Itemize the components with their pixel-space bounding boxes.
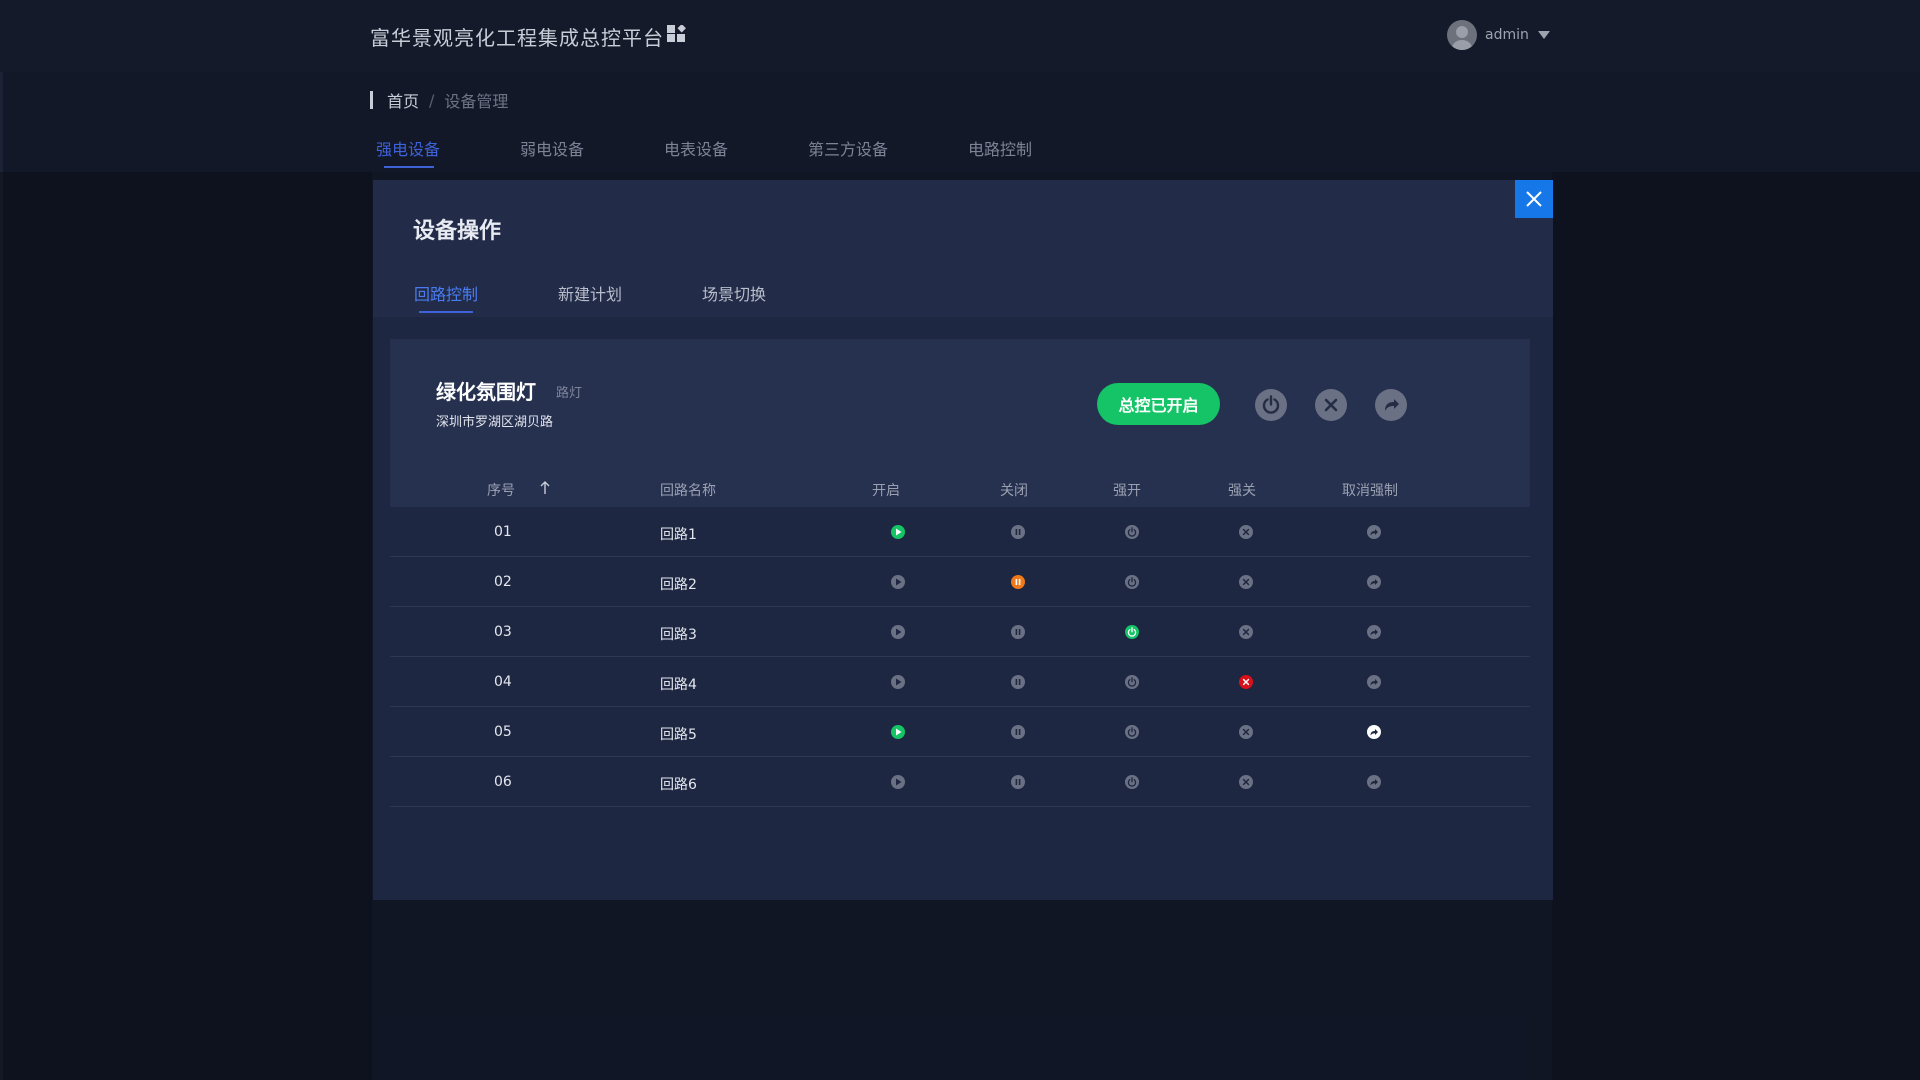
pause-icon[interactable] (1011, 625, 1025, 639)
device-type: 路灯 (556, 386, 583, 401)
loop-name: 回路1 (660, 527, 697, 543)
header-force-close: 强关 (1228, 483, 1256, 499)
close-circle-icon[interactable] (1239, 725, 1253, 739)
loop-name: 回路5 (660, 727, 697, 743)
modal-title: 设备操作 (413, 219, 502, 244)
tab-scene-switch[interactable]: 场景切换 (702, 281, 766, 305)
redo-arrow-icon[interactable] (1367, 775, 1381, 789)
close-circle-icon[interactable] (1239, 675, 1253, 689)
tab-circuit-control[interactable]: 电路控制 (968, 136, 1032, 160)
chevron-down-icon[interactable] (1538, 31, 1550, 39)
breadcrumb-separator: / (429, 90, 435, 110)
pause-icon[interactable] (1011, 675, 1025, 689)
breadcrumb: 首页 / 设备管理 (370, 88, 509, 112)
close-button[interactable] (1515, 180, 1553, 218)
pause-icon[interactable] (1011, 775, 1025, 789)
tab-new-plan[interactable]: 新建计划 (558, 281, 622, 305)
redo-arrow-icon[interactable] (1367, 725, 1381, 739)
table-header: 序号 回路名称 开启 关闭 强开 强关 取消强制 (390, 469, 1530, 507)
breadcrumb-current: 设备管理 (444, 92, 509, 111)
loop-index: 01 (494, 524, 512, 540)
loop-name: 回路4 (660, 677, 697, 693)
power-icon[interactable] (1125, 525, 1139, 539)
active-subtab-indicator (419, 311, 473, 313)
redo-arrow-icon[interactable] (1367, 675, 1381, 689)
loop-index: 02 (494, 574, 512, 590)
table-row: 03 回路3 (390, 607, 1530, 657)
header-close: 关闭 (1000, 483, 1028, 499)
close-circle-icon[interactable] (1239, 625, 1253, 639)
grid-app-icon[interactable] (666, 25, 686, 45)
power-icon[interactable] (1125, 775, 1139, 789)
active-tab-indicator (384, 166, 434, 168)
device-info-header: 绿化氛围灯 路灯 深圳市罗湖区湖贝路 总控已开启 序号 回路名称 开启 关闭 强… (390, 339, 1530, 507)
master-control-button[interactable]: 总控已开启 (1097, 383, 1220, 425)
redo-arrow-icon[interactable] (1367, 575, 1381, 589)
header-open: 开启 (872, 483, 900, 499)
power-icon[interactable] (1125, 625, 1139, 639)
loop-name: 回路3 (660, 627, 697, 643)
device-name: 绿化氛围灯 (436, 380, 536, 404)
loop-index: 05 (494, 724, 512, 740)
tab-third-party[interactable]: 第三方设备 (808, 136, 888, 160)
device-operation-modal: 设备操作 回路控制 新建计划 场景切换 绿化氛围灯 路灯 深圳市罗湖区湖贝路 总… (373, 180, 1553, 900)
modal-header: 设备操作 回路控制 新建计划 场景切换 (373, 180, 1553, 317)
power-icon[interactable] (1125, 675, 1139, 689)
redo-arrow-icon[interactable] (1367, 525, 1381, 539)
cancel-force-all-button[interactable] (1375, 389, 1407, 421)
top-bar: 富华景观亮化工程集成总控平台 admin (0, 0, 1920, 72)
loop-index: 03 (494, 624, 512, 640)
close-icon (1324, 398, 1338, 412)
play-icon[interactable] (891, 725, 905, 739)
tab-meter[interactable]: 电表设备 (664, 136, 728, 160)
table-row: 06 回路6 (390, 757, 1530, 807)
close-circle-icon[interactable] (1239, 775, 1253, 789)
app-title: 富华景观亮化工程集成总控平台 (370, 26, 664, 50)
close-all-button[interactable] (1315, 389, 1347, 421)
power-icon[interactable] (1125, 725, 1139, 739)
play-icon[interactable] (891, 775, 905, 789)
pause-icon[interactable] (1011, 525, 1025, 539)
username[interactable]: admin (1485, 27, 1529, 43)
tab-strong-current[interactable]: 强电设备 (376, 136, 440, 160)
header-index[interactable]: 序号 (487, 480, 515, 500)
header-loop-name: 回路名称 (660, 483, 716, 499)
tab-weak-current[interactable]: 弱电设备 (520, 136, 584, 160)
breadcrumb-home[interactable]: 首页 (387, 88, 419, 112)
power-icon (1262, 395, 1280, 414)
device-address: 深圳市罗湖区湖贝路 (436, 415, 554, 430)
pause-icon[interactable] (1011, 725, 1025, 739)
tab-loop-control[interactable]: 回路控制 (414, 281, 478, 305)
user-silhouette-icon (1452, 26, 1472, 50)
loop-name: 回路6 (660, 777, 697, 793)
table-row: 04 回路4 (390, 657, 1530, 707)
loop-index: 04 (494, 674, 512, 690)
breadcrumb-marker (370, 91, 373, 109)
play-icon[interactable] (891, 525, 905, 539)
sort-up-arrow-icon[interactable] (540, 481, 550, 495)
table-row: 01 回路1 (390, 507, 1530, 557)
header-cancel-force: 取消强制 (1342, 483, 1398, 499)
close-circle-icon[interactable] (1239, 525, 1253, 539)
play-icon[interactable] (891, 625, 905, 639)
play-icon[interactable] (891, 675, 905, 689)
power-icon[interactable] (1125, 575, 1139, 589)
loop-control-panel: 绿化氛围灯 路灯 深圳市罗湖区湖贝路 总控已开启 序号 回路名称 开启 关闭 强… (390, 339, 1530, 899)
pause-icon[interactable] (1011, 575, 1025, 589)
play-icon[interactable] (891, 575, 905, 589)
table-row: 05 回路5 (390, 707, 1530, 757)
loop-name: 回路2 (660, 577, 697, 593)
close-icon (1526, 191, 1542, 207)
redo-arrow-icon (1385, 399, 1399, 411)
avatar[interactable] (1447, 20, 1477, 50)
header-force-open: 强开 (1113, 483, 1141, 499)
loop-index: 06 (494, 774, 512, 790)
redo-arrow-icon[interactable] (1367, 625, 1381, 639)
power-all-button[interactable] (1255, 389, 1287, 421)
close-circle-icon[interactable] (1239, 575, 1253, 589)
table-row: 02 回路2 (390, 557, 1530, 607)
